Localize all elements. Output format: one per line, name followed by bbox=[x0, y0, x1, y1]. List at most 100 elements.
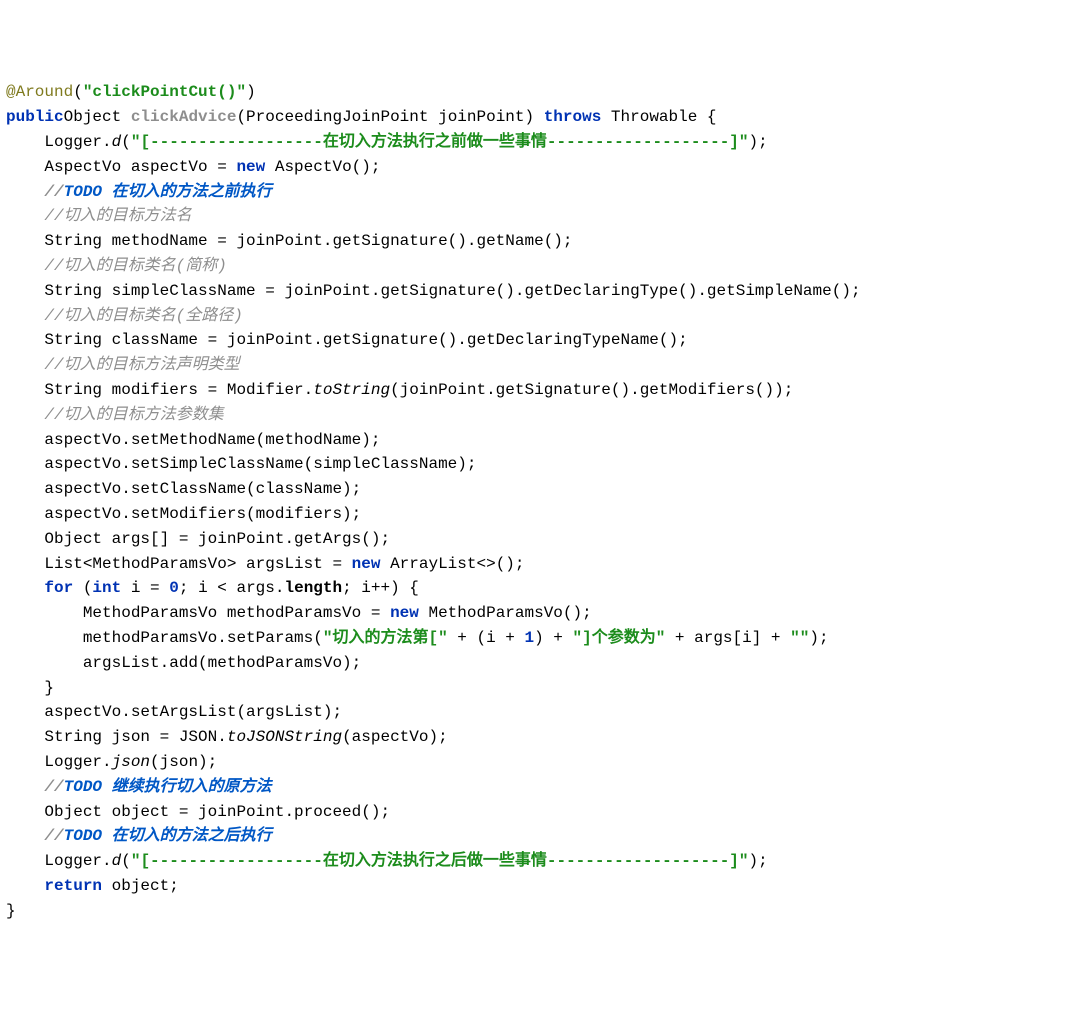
literal-one: 1 bbox=[524, 629, 534, 647]
line-comment-args: //切入的目标方法参数集 bbox=[6, 406, 224, 424]
line-methodname: String methodName = joinPoint.getSignatu… bbox=[6, 232, 573, 250]
keyword-for: for bbox=[44, 579, 73, 597]
line-todo-after: //TODO 在切入的方法之后执行 bbox=[6, 827, 272, 845]
text: ( bbox=[121, 133, 131, 151]
string-param-prefix: "切入的方法第[" bbox=[323, 629, 448, 647]
comment-slash: // bbox=[6, 827, 64, 845]
literal-zero: 0 bbox=[169, 579, 179, 597]
keyword-int: int bbox=[92, 579, 121, 597]
line-set-classname: aspectVo.setClassName(className); bbox=[6, 480, 361, 498]
keyword-new: new bbox=[390, 604, 419, 622]
text: + (i + bbox=[448, 629, 525, 647]
line-method-close: } bbox=[6, 902, 16, 920]
string-after: "[------------------在切入方法执行之后做一些事情------… bbox=[131, 852, 749, 870]
static-method-d: d bbox=[112, 133, 122, 151]
line-for: for (int i = 0; i < args.length; i++) { bbox=[6, 579, 419, 597]
text: Logger. bbox=[6, 852, 112, 870]
line-json-tostring: String json = JSON.toJSONString(aspectVo… bbox=[6, 728, 448, 746]
code-block: @Around("clickPointCut()") publicObject … bbox=[6, 80, 1074, 923]
text: AspectVo aspectVo = bbox=[6, 158, 236, 176]
static-method-tostring: toString bbox=[313, 381, 390, 399]
comment-slash: // bbox=[6, 183, 64, 201]
text: ( bbox=[121, 852, 131, 870]
line-set-simpleclassname: aspectVo.setSimpleClassName(simpleClassN… bbox=[6, 455, 476, 473]
text: ; i++) { bbox=[342, 579, 419, 597]
method-params: (ProceedingJoinPoint joinPoint) bbox=[236, 108, 543, 126]
text: AspectVo(); bbox=[265, 158, 380, 176]
keyword-return: return bbox=[44, 877, 102, 895]
string-before: "[------------------在切入方法执行之前做一些事情------… bbox=[131, 133, 749, 151]
method-name: clickAdvice bbox=[131, 108, 237, 126]
field-length: length bbox=[284, 579, 342, 597]
text: Logger. bbox=[6, 753, 112, 771]
todo-after: TODO 在切入的方法之后执行 bbox=[64, 827, 272, 845]
text bbox=[6, 579, 44, 597]
comment-slash: // bbox=[6, 778, 64, 796]
text: ); bbox=[749, 133, 768, 151]
keyword-public: public bbox=[6, 108, 64, 126]
line-annotation: @Around("clickPointCut()") bbox=[6, 83, 256, 101]
text: ( bbox=[73, 579, 92, 597]
line-method-signature: publicObject clickAdvice(ProceedingJoinP… bbox=[6, 108, 717, 126]
text bbox=[6, 877, 44, 895]
line-comment-modifiers: //切入的目标方法声明类型 bbox=[6, 356, 240, 374]
line-methodparamsvo-new: MethodParamsVo methodParamsVo = new Meth… bbox=[6, 604, 592, 622]
line-todo-proceed: //TODO 继续执行切入的原方法 bbox=[6, 778, 272, 796]
line-modifiers: String modifiers = Modifier.toString(joi… bbox=[6, 381, 793, 399]
throws-type: Throwable { bbox=[601, 108, 716, 126]
paren-close: ) bbox=[246, 83, 256, 101]
text: + args[i] + bbox=[665, 629, 790, 647]
text: List<MethodParamsVo> argsList = bbox=[6, 555, 352, 573]
todo-proceed: TODO 继续执行切入的原方法 bbox=[64, 778, 272, 796]
text: MethodParamsVo(); bbox=[419, 604, 592, 622]
text: ); bbox=[749, 852, 768, 870]
text: i = bbox=[121, 579, 169, 597]
line-set-methodname: aspectVo.setMethodName(methodName); bbox=[6, 431, 380, 449]
line-set-argslist: aspectVo.setArgsList(argsList); bbox=[6, 703, 342, 721]
text: object; bbox=[102, 877, 179, 895]
line-return: return object; bbox=[6, 877, 179, 895]
line-argslist-new: List<MethodParamsVo> argsList = new Arra… bbox=[6, 555, 525, 573]
line-aspectvo-new: AspectVo aspectVo = new AspectVo(); bbox=[6, 158, 380, 176]
text: MethodParamsVo methodParamsVo = bbox=[6, 604, 390, 622]
line-logger-before: Logger.d("[------------------在切入方法执行之前做一… bbox=[6, 133, 768, 151]
string-param-suffix: "]个参数为" bbox=[573, 629, 666, 647]
annotation-name: @Around bbox=[6, 83, 73, 101]
line-comment-simpleclassname: //切入的目标类名(简称) bbox=[6, 257, 227, 275]
text: methodParamsVo.setParams( bbox=[6, 629, 323, 647]
keyword-new: new bbox=[236, 158, 265, 176]
string-empty: "" bbox=[790, 629, 809, 647]
static-method-tojsonstring: toJSONString bbox=[227, 728, 342, 746]
text: (joinPoint.getSignature().getModifiers()… bbox=[390, 381, 793, 399]
line-getargs: Object args[] = joinPoint.getArgs(); bbox=[6, 530, 390, 548]
text: String json = JSON. bbox=[6, 728, 227, 746]
line-setparams: methodParamsVo.setParams("切入的方法第[" + (i … bbox=[6, 629, 829, 647]
line-todo-before: //TODO 在切入的方法之前执行 bbox=[6, 183, 272, 201]
static-method-json: json bbox=[112, 753, 150, 771]
line-logger-after: Logger.d("[------------------在切入方法执行之后做一… bbox=[6, 852, 768, 870]
paren-open: ( bbox=[73, 83, 83, 101]
text: Logger. bbox=[6, 133, 112, 151]
annotation-arg: "clickPointCut()" bbox=[83, 83, 246, 101]
todo-before: TODO 在切入的方法之前执行 bbox=[64, 183, 272, 201]
line-argslist-add: argsList.add(methodParamsVo); bbox=[6, 654, 361, 672]
text: ) + bbox=[534, 629, 572, 647]
line-comment-classname: //切入的目标类名(全路径) bbox=[6, 307, 243, 325]
text: (aspectVo); bbox=[342, 728, 448, 746]
line-simpleclassname: String simpleClassName = joinPoint.getSi… bbox=[6, 282, 861, 300]
line-for-close: } bbox=[6, 679, 54, 697]
line-comment-methodname: //切入的目标方法名 bbox=[6, 207, 192, 225]
keyword-throws: throws bbox=[544, 108, 602, 126]
line-classname: String className = joinPoint.getSignatur… bbox=[6, 331, 688, 349]
line-logger-json: Logger.json(json); bbox=[6, 753, 217, 771]
line-proceed: Object object = joinPoint.proceed(); bbox=[6, 803, 390, 821]
static-method-d: d bbox=[112, 852, 122, 870]
line-set-modifiers: aspectVo.setModifiers(modifiers); bbox=[6, 505, 361, 523]
text: ArrayList<>(); bbox=[380, 555, 524, 573]
text: ; i < args. bbox=[179, 579, 285, 597]
text: String modifiers = Modifier. bbox=[6, 381, 313, 399]
keyword-new: new bbox=[352, 555, 381, 573]
return-type: Object bbox=[64, 108, 131, 126]
text: ); bbox=[809, 629, 828, 647]
text: (json); bbox=[150, 753, 217, 771]
